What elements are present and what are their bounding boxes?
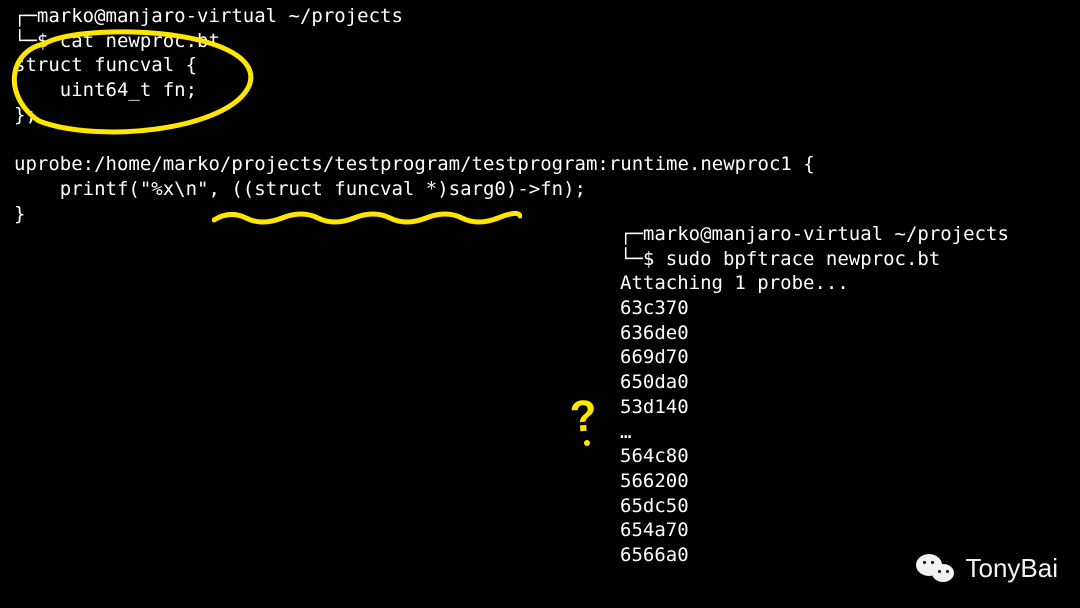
terminal-right[interactable]: ┌─marko@manjaro-virtual ~/projects └─$ s… — [620, 222, 1009, 568]
watermark-text: TonyBai — [966, 552, 1059, 586]
watermark: TonyBai — [916, 552, 1059, 586]
question-mark-dot — [584, 440, 590, 446]
terminal-left[interactable]: ┌─marko@manjaro-virtual ~/projects └─$ c… — [14, 4, 815, 226]
question-mark-annotation: ? — [568, 387, 599, 446]
wechat-icon — [916, 552, 956, 586]
